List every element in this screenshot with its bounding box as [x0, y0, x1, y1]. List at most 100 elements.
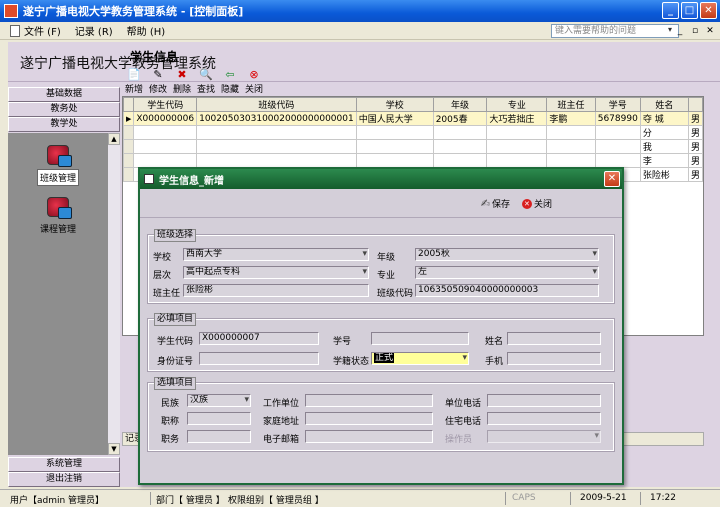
nav-item-label: 课程管理	[39, 225, 76, 235]
cell: 李	[639, 153, 689, 168]
job-label: 职务	[161, 435, 180, 445]
edit-button[interactable]: ✎ 修改	[148, 69, 168, 96]
work-phone-field[interactable]	[487, 394, 601, 407]
save-icon: ✍	[480, 197, 490, 210]
grade-select[interactable]: 2005秋	[415, 248, 599, 261]
menu-record[interactable]: 记录 (R)	[75, 23, 113, 38]
col-name[interactable]: 姓名	[639, 97, 689, 112]
scroll-down-icon[interactable]: ▼	[108, 443, 120, 455]
nav-system-management[interactable]: 系统管理	[8, 457, 120, 472]
close-button[interactable]: ⊗ 关闭	[244, 69, 264, 96]
table-row[interactable]: 分 男	[123, 125, 703, 140]
status-caps: CAPS	[512, 493, 536, 503]
home-address-field[interactable]	[305, 412, 433, 425]
cell	[133, 153, 198, 168]
student-code-field[interactable]: X000000007	[199, 332, 319, 345]
col-teacher[interactable]: 班主任	[546, 97, 596, 112]
new-button[interactable]: 📄 新增	[124, 69, 144, 96]
col-student-no[interactable]: 学号	[594, 97, 641, 112]
home-phone-field[interactable]	[487, 412, 601, 425]
mdi-restore-button[interactable]: ▫	[689, 25, 701, 37]
system-header: 遂宁广播电视大学教务管理系统	[8, 42, 720, 82]
row-header	[123, 153, 135, 168]
cell	[594, 139, 641, 154]
col-school[interactable]: 学校	[355, 97, 434, 112]
cell: 我	[639, 139, 689, 154]
nav-item-course-management[interactable]: 课程管理	[14, 197, 102, 236]
form-icon	[144, 174, 154, 184]
title-field[interactable]	[187, 412, 251, 425]
menu-file[interactable]: 文件 (F)	[24, 23, 61, 38]
menu-help[interactable]: 帮助 (H)	[127, 23, 166, 38]
home-address-label: 家庭地址	[263, 417, 300, 427]
mdi-close-button[interactable]: ✕	[704, 25, 716, 37]
maximize-button[interactable]: □	[681, 2, 698, 19]
help-search-input[interactable]: 键入需要帮助的问题	[551, 24, 679, 38]
status-select[interactable]: 正式	[371, 352, 469, 365]
email-field[interactable]	[305, 430, 433, 443]
close-window-button[interactable]: ✕	[700, 2, 717, 19]
nav-item-class-management[interactable]: 班级管理	[14, 145, 102, 186]
nav-panel: 班级管理 课程管理 ▲ ▼	[8, 133, 120, 455]
row-header-col	[123, 97, 135, 112]
nav-basic-data[interactable]: 基础数据	[8, 87, 120, 102]
scroll-up-icon[interactable]: ▲	[108, 133, 120, 145]
major-select[interactable]: 左	[415, 266, 599, 279]
row-header	[123, 167, 135, 182]
phone-field[interactable]	[507, 352, 601, 365]
hide-button[interactable]: ⇦ 隐藏	[220, 68, 240, 96]
student-no-field[interactable]	[371, 332, 469, 345]
id-number-field[interactable]	[199, 352, 319, 365]
ethnic-select[interactable]: 汉族	[187, 394, 251, 407]
optional-group: 选填项目 民族 汉族 工作单位 单位电话 职称 家庭地址 住宅电话 职务 电子邮…	[147, 377, 615, 452]
minimize-button[interactable]: _	[662, 2, 679, 19]
status-divider	[505, 492, 506, 505]
operator-label: 操作员	[445, 435, 473, 445]
save-button[interactable]: ✍ 保存	[481, 197, 510, 210]
col-grade[interactable]: 年级	[432, 97, 488, 112]
cell	[355, 125, 434, 140]
name-field[interactable]	[507, 332, 601, 345]
cell: 男	[687, 153, 703, 168]
teacher-field[interactable]: 张险彬	[183, 284, 369, 297]
tool-label: 查找	[196, 85, 215, 95]
menu-bar: 文件 (F) 记录 (R) 帮助 (H) 键入需要帮助的问题 ▾ _ ▫ ✕	[0, 22, 720, 40]
level-select[interactable]: 高中起点专科	[183, 266, 369, 279]
nav-teaching-office[interactable]: 教学处	[8, 117, 120, 132]
nav-academic-office[interactable]: 教务处	[8, 102, 120, 117]
close-dialog-button[interactable]: ✕ 关闭	[521, 197, 552, 210]
nav-logout[interactable]: 退出注销	[8, 472, 120, 487]
delete-button[interactable]: ✖ 删除	[172, 69, 192, 96]
id-number-label: 身份证号	[157, 357, 194, 367]
table-row[interactable]: 我 男	[123, 139, 703, 154]
job-field[interactable]	[187, 430, 251, 443]
col-student-code[interactable]: 学生代码	[133, 97, 198, 112]
hide-icon: ⇦	[225, 68, 235, 81]
tool-label: 隐藏	[220, 85, 239, 95]
cell: 夺 城	[639, 111, 689, 126]
cell	[432, 125, 488, 140]
find-button[interactable]: 🔍 查找	[196, 69, 216, 96]
col-class-code[interactable]: 班级代码	[196, 97, 357, 112]
class-code-label: 班级代码	[377, 289, 414, 299]
tool-label: 删除	[172, 85, 191, 95]
mdi-minimize-button[interactable]: _	[674, 25, 686, 37]
school-label: 学校	[153, 253, 172, 263]
cell: 张险彬	[639, 167, 689, 182]
class-code-field[interactable]: 106350509040000000003	[415, 284, 599, 297]
window-titlebar: 遂宁广播电视大学教务管理系统 - [控制面板] _ □ ✕	[0, 0, 720, 22]
class-management-icon	[47, 145, 72, 167]
table-row[interactable]: 李 男	[123, 153, 703, 168]
status-bar: 用户【admin 管理员】 部门【 管理员 】 权限组别【 管理员组 】 CAP…	[0, 489, 720, 507]
nav-scrollbar[interactable]: ▲ ▼	[108, 133, 120, 455]
table-row[interactable]: ▶ X000000006 100205030310002000000000001…	[123, 111, 703, 126]
work-unit-field[interactable]	[305, 394, 433, 407]
chevron-down-icon[interactable]: ▾	[668, 25, 672, 34]
school-select[interactable]: 西南大学	[183, 248, 369, 261]
dialog-close-button[interactable]: ✕	[604, 171, 620, 187]
teacher-label: 班主任	[153, 289, 181, 299]
row-header	[123, 139, 135, 154]
col-major[interactable]: 专业	[486, 97, 548, 112]
app-icon	[4, 4, 18, 18]
col-gender[interactable]	[687, 97, 703, 112]
